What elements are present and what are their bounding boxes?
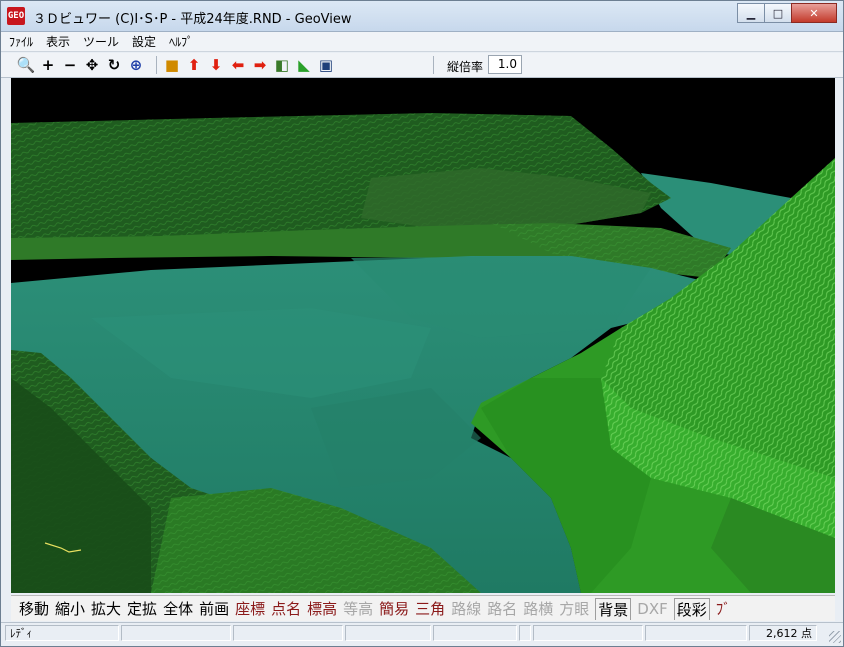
command-button[interactable]: 路線 xyxy=(451,598,481,619)
menu-view[interactable]: 表示 xyxy=(46,33,70,50)
arrow-up-icon: ⬆ xyxy=(187,56,201,74)
terrain-render xyxy=(11,78,835,593)
command-button[interactable]: 路横 xyxy=(523,598,553,619)
window-button[interactable]: ▣ xyxy=(315,55,337,75)
zoom-fit-icon: ⊕ xyxy=(129,56,143,74)
minus-icon: − xyxy=(63,56,77,74)
command-button[interactable]: 標高 xyxy=(307,598,337,619)
menu-settings[interactable]: 設定 xyxy=(132,33,156,50)
window-controls: ▁ □ ✕ xyxy=(737,3,837,23)
arrow-left-icon: ⬅ xyxy=(231,56,245,74)
arrow-down-icon: ⬇ xyxy=(209,56,223,74)
close-button[interactable]: ✕ xyxy=(791,3,837,23)
window-icon: ▣ xyxy=(318,56,334,74)
rotate-button[interactable]: ↻ xyxy=(103,55,125,75)
resize-grip[interactable] xyxy=(829,631,841,643)
axes-icon: ◣ xyxy=(298,56,310,74)
menu-file[interactable]: ﾌｧｲﾙ xyxy=(9,33,33,50)
command-button[interactable]: 全体 xyxy=(163,598,193,619)
status-cell xyxy=(519,625,531,641)
command-button[interactable]: 段彩 xyxy=(673,597,710,620)
arrow-down-button[interactable]: ⬇ xyxy=(205,55,227,75)
minimize-button[interactable]: ▁ xyxy=(737,3,765,23)
vertical-scale-label: 縦倍率 xyxy=(447,60,484,74)
command-strip: 移動 縮小 拡大 定拡 全体 前画 座標 点名 標高 等高 簡易 三角 路線 路名 路横 方眼 背景 DXF 段彩 ﾌ… xyxy=(11,595,835,621)
box-3d-icon: ◧ xyxy=(274,56,290,74)
command-button[interactable]: 移動 xyxy=(19,598,49,619)
view-tools: ■ ⬆ ⬇ ⬅ ➡ ◧ ◣ ▣ xyxy=(161,55,337,75)
minus-button[interactable]: − xyxy=(59,55,81,75)
vertical-scale-input[interactable]: 1.0 xyxy=(488,55,522,74)
command-button[interactable]: 等高 xyxy=(343,598,373,619)
axes-button[interactable]: ◣ xyxy=(293,55,315,75)
box-3d-button[interactable]: ◧ xyxy=(271,55,293,75)
title-bar[interactable]: GEO ３Ｄビュワー (C)I･S･P - 平成24年度.RND - GeoVi… xyxy=(1,1,843,32)
menu-bar: ﾌｧｲﾙ 表示 ツール 設定 ﾍﾙﾌﾟ xyxy=(1,32,843,52)
zoom-search-icon: 🔍 xyxy=(16,56,36,74)
menu-tools[interactable]: ツール xyxy=(83,33,119,50)
status-ready: ﾚﾃﾞｨ xyxy=(5,625,119,641)
maximize-button[interactable]: □ xyxy=(764,3,792,23)
plus-icon: + xyxy=(41,56,55,74)
move-arrows-button[interactable]: ✥ xyxy=(81,55,103,75)
command-button[interactable]: 前画 xyxy=(199,598,229,619)
command-button[interactable]: 拡大 xyxy=(91,598,121,619)
command-button[interactable]: 方眼 xyxy=(559,598,589,619)
app-window: GEO ３Ｄビュワー (C)I･S･P - 平成24年度.RND - GeoVi… xyxy=(0,0,844,647)
status-cell xyxy=(433,625,517,641)
command-button[interactable]: 路名 xyxy=(487,598,517,619)
cube-icon: ■ xyxy=(164,56,180,74)
3d-viewport[interactable] xyxy=(11,78,835,593)
status-bar: ﾚﾃﾞｨ 2,612 点 xyxy=(1,622,843,645)
arrow-up-button[interactable]: ⬆ xyxy=(183,55,205,75)
toolbar: 🔍 + − ✥ ↻ ⊕ ■ ⬆ ⬇ ⬅ ➡ ◧ ◣ ▣ 縦倍率 1.0 xyxy=(1,53,843,78)
zoom-search-button[interactable]: 🔍 xyxy=(15,55,37,75)
toolbar-separator xyxy=(433,56,434,74)
command-button[interactable]: 簡易 xyxy=(379,598,409,619)
command-button[interactable]: 三角 xyxy=(415,598,445,619)
arrow-right-button[interactable]: ➡ xyxy=(249,55,271,75)
command-button[interactable]: DXF xyxy=(637,600,667,618)
command-button[interactable]: 背景 xyxy=(595,597,632,620)
command-button[interactable]: 座標 xyxy=(235,598,265,619)
status-cell xyxy=(345,625,431,641)
command-button[interactable]: 点名 xyxy=(271,598,301,619)
rotate-icon: ↻ xyxy=(107,56,121,74)
window-title: ３Ｄビュワー (C)I･S･P - 平成24年度.RND - GeoView xyxy=(33,12,352,27)
status-cell xyxy=(121,625,231,641)
navigation-tools: 🔍 + − ✥ ↻ ⊕ xyxy=(15,55,147,75)
command-button[interactable]: 定拡 xyxy=(127,598,157,619)
menu-help[interactable]: ﾍﾙﾌﾟ xyxy=(169,33,193,50)
plus-button[interactable]: + xyxy=(37,55,59,75)
arrow-left-button[interactable]: ⬅ xyxy=(227,55,249,75)
status-cell xyxy=(645,625,747,641)
cube-button[interactable]: ■ xyxy=(161,55,183,75)
status-cell xyxy=(533,625,643,641)
arrow-right-icon: ➡ xyxy=(253,56,267,74)
command-button[interactable]: 縮小 xyxy=(55,598,85,619)
status-cell xyxy=(233,625,343,641)
toolbar-separator xyxy=(156,56,157,74)
command-button[interactable]: ﾌﾞ xyxy=(716,598,731,619)
move-arrows-icon: ✥ xyxy=(85,56,99,74)
zoom-fit-button[interactable]: ⊕ xyxy=(125,55,147,75)
status-point-count: 2,612 点 xyxy=(749,625,817,641)
app-icon[interactable]: GEO xyxy=(7,7,25,25)
